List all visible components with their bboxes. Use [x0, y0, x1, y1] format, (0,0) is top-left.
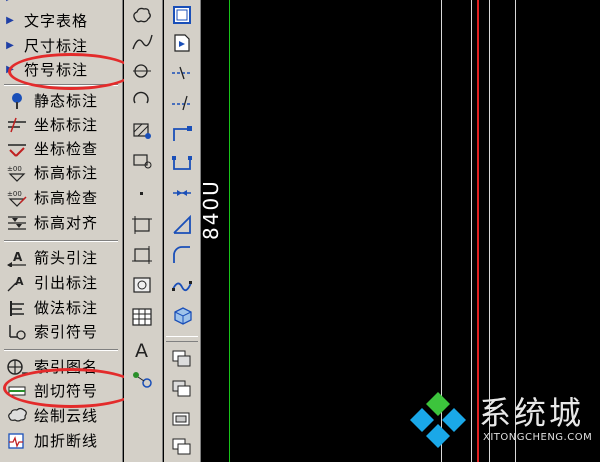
- triangle-right-icon: ▶: [6, 15, 14, 26]
- insert-block-icon[interactable]: [128, 58, 156, 84]
- curve-icon[interactable]: [128, 30, 156, 56]
- layer-stack-icon-4[interactable]: [168, 434, 196, 460]
- svg-text:A: A: [135, 340, 148, 359]
- toolbar-grip[interactable]: [166, 336, 198, 342]
- menu-item-dimension[interactable]: ▶ 尺寸标注: [2, 34, 120, 57]
- menu-item-label: 尺寸标注: [24, 37, 89, 55]
- text-tool-icon[interactable]: A: [128, 336, 156, 362]
- menu-item-coordinate-check[interactable]: 坐标检查: [2, 137, 120, 160]
- svg-text:A: A: [13, 250, 23, 264]
- menu-separator: [4, 240, 118, 242]
- index-title-icon: [6, 357, 28, 377]
- break-line-icon: [6, 431, 28, 451]
- menu-item-partial[interactable]: ▶: [2, 0, 120, 9]
- green-axis-line: [229, 0, 230, 462]
- menu-item-coordinate-mark[interactable]: 坐标标注: [2, 113, 120, 136]
- color-points-icon[interactable]: [128, 366, 156, 392]
- point-icon[interactable]: [128, 180, 156, 206]
- menu-item-section-symbol[interactable]: 剖切符号: [2, 379, 120, 402]
- triangle-right-icon: ▶: [2, 0, 18, 3]
- menu-item-leader-mark[interactable]: A 引出标注: [2, 271, 120, 294]
- triangle-right-icon: ▶: [6, 40, 14, 51]
- coordinate-mark-icon: [6, 115, 28, 135]
- menu-item-label: 标高标注: [34, 164, 99, 182]
- table-icon[interactable]: [128, 304, 156, 330]
- layer-stack-icon-3[interactable]: [168, 406, 196, 432]
- hatch-icon[interactable]: [128, 118, 156, 144]
- leader-mark-icon: A: [6, 273, 28, 293]
- bracket-icon[interactable]: [168, 150, 196, 176]
- watermark: 系统城 XITONGCHENG.COM: [405, 388, 600, 462]
- menu-item-cloud-line[interactable]: 绘制云线: [2, 404, 120, 427]
- drawing-toolbar: A: [124, 0, 163, 462]
- menu-separator: [4, 349, 118, 351]
- modify-toolbar: [164, 0, 201, 462]
- menu-item-static-mark[interactable]: 静态标注: [2, 89, 120, 112]
- rectangle-icon[interactable]: [168, 2, 196, 28]
- dash-line-icon[interactable]: [168, 60, 196, 86]
- corner-line-icon[interactable]: [168, 120, 196, 146]
- menu-item-label: 坐标检查: [34, 140, 99, 158]
- menu-item-label: 索引图名: [34, 358, 99, 376]
- menu-item-label: 箭头引注: [34, 249, 99, 267]
- index-symbol-icon: [6, 322, 28, 342]
- table-frame-icon[interactable]: [128, 212, 156, 238]
- triangle-line-icon[interactable]: [168, 212, 196, 238]
- menu-item-method-mark[interactable]: 做法标注: [2, 296, 120, 319]
- image-frame-icon[interactable]: [128, 272, 156, 298]
- menu-item-break-line[interactable]: 加折断线: [2, 429, 120, 452]
- menu-item-label: 做法标注: [34, 299, 99, 317]
- menu-item-elevation-align[interactable]: 标高对齐: [2, 211, 120, 234]
- menu-item-elevation-mark[interactable]: ±00 标高标注: [2, 161, 120, 184]
- menu-separator: [4, 84, 118, 86]
- menu-item-label: 坐标标注: [34, 116, 99, 134]
- join-arrows-icon[interactable]: [168, 180, 196, 206]
- section-symbol-icon: [6, 381, 28, 401]
- elevation-mark-icon: ±00: [6, 163, 28, 183]
- menu-item-label: 剖切符号: [34, 382, 99, 400]
- pin-icon: [6, 91, 28, 111]
- menu-item-elevation-check[interactable]: ±00 标高检查: [2, 186, 120, 209]
- svg-text:±00: ±00: [7, 165, 22, 173]
- spline-icon[interactable]: [168, 272, 196, 298]
- bounding-frame-icon[interactable]: [128, 242, 156, 268]
- page-arrow-icon[interactable]: [168, 30, 196, 56]
- svg-text:±00: ±00: [7, 190, 22, 198]
- menu-item-label: 静态标注: [34, 92, 99, 110]
- command-menu: ▶ ▶ 文字表格 ▶ 尺寸标注 ▶ 符号标注 静态标注 坐标标注 坐标检查 ±0…: [0, 0, 139, 462]
- menu-item-label: 索引符号: [34, 323, 99, 341]
- menu-item-index-symbol[interactable]: 索引符号: [2, 320, 120, 343]
- menu-item-index-title[interactable]: 索引图名: [2, 355, 120, 378]
- cloud-line-icon: [6, 406, 28, 426]
- method-mark-icon: [6, 298, 28, 318]
- elevation-check-icon: ±00: [6, 188, 28, 208]
- layer-stack-icon-1[interactable]: [168, 346, 196, 372]
- menu-item-label: 标高对齐: [34, 214, 99, 232]
- menu-item-arrow-leader[interactable]: A 箭头引注: [2, 246, 120, 269]
- menu-item-label: 符号标注: [24, 61, 89, 79]
- menu-item-label: 标高检查: [34, 189, 99, 207]
- arrow-leader-icon: A: [6, 248, 28, 268]
- watermark-logo-icon: [410, 392, 466, 448]
- cube-icon[interactable]: [168, 302, 196, 328]
- region-icon[interactable]: [128, 148, 156, 174]
- watermark-title: 系统城: [479, 394, 585, 432]
- triangle-right-icon: ▶: [6, 64, 14, 75]
- coordinate-check-icon: [6, 139, 28, 159]
- menu-item-label: 绘制云线: [34, 407, 99, 425]
- elevation-align-icon: [6, 213, 28, 233]
- watermark-subtitle: XITONGCHENG.COM: [483, 432, 593, 443]
- cloud-shape-icon[interactable]: [128, 2, 156, 28]
- menu-item-label: 文字表格: [24, 12, 89, 30]
- arc-icon[interactable]: [128, 86, 156, 112]
- fillet-icon[interactable]: [168, 242, 196, 268]
- menu-item-label: 引出标注: [34, 274, 99, 292]
- svg-text:A: A: [15, 275, 24, 288]
- menu-item-text-table[interactable]: ▶ 文字表格: [2, 9, 120, 32]
- menu-item-symbol-mark[interactable]: ▶ 符号标注: [2, 58, 120, 81]
- slash-line-icon[interactable]: [168, 90, 196, 116]
- dimension-text: 840U: [199, 179, 223, 240]
- layer-stack-icon-2[interactable]: [168, 376, 196, 402]
- menu-item-label: 加折断线: [34, 432, 99, 450]
